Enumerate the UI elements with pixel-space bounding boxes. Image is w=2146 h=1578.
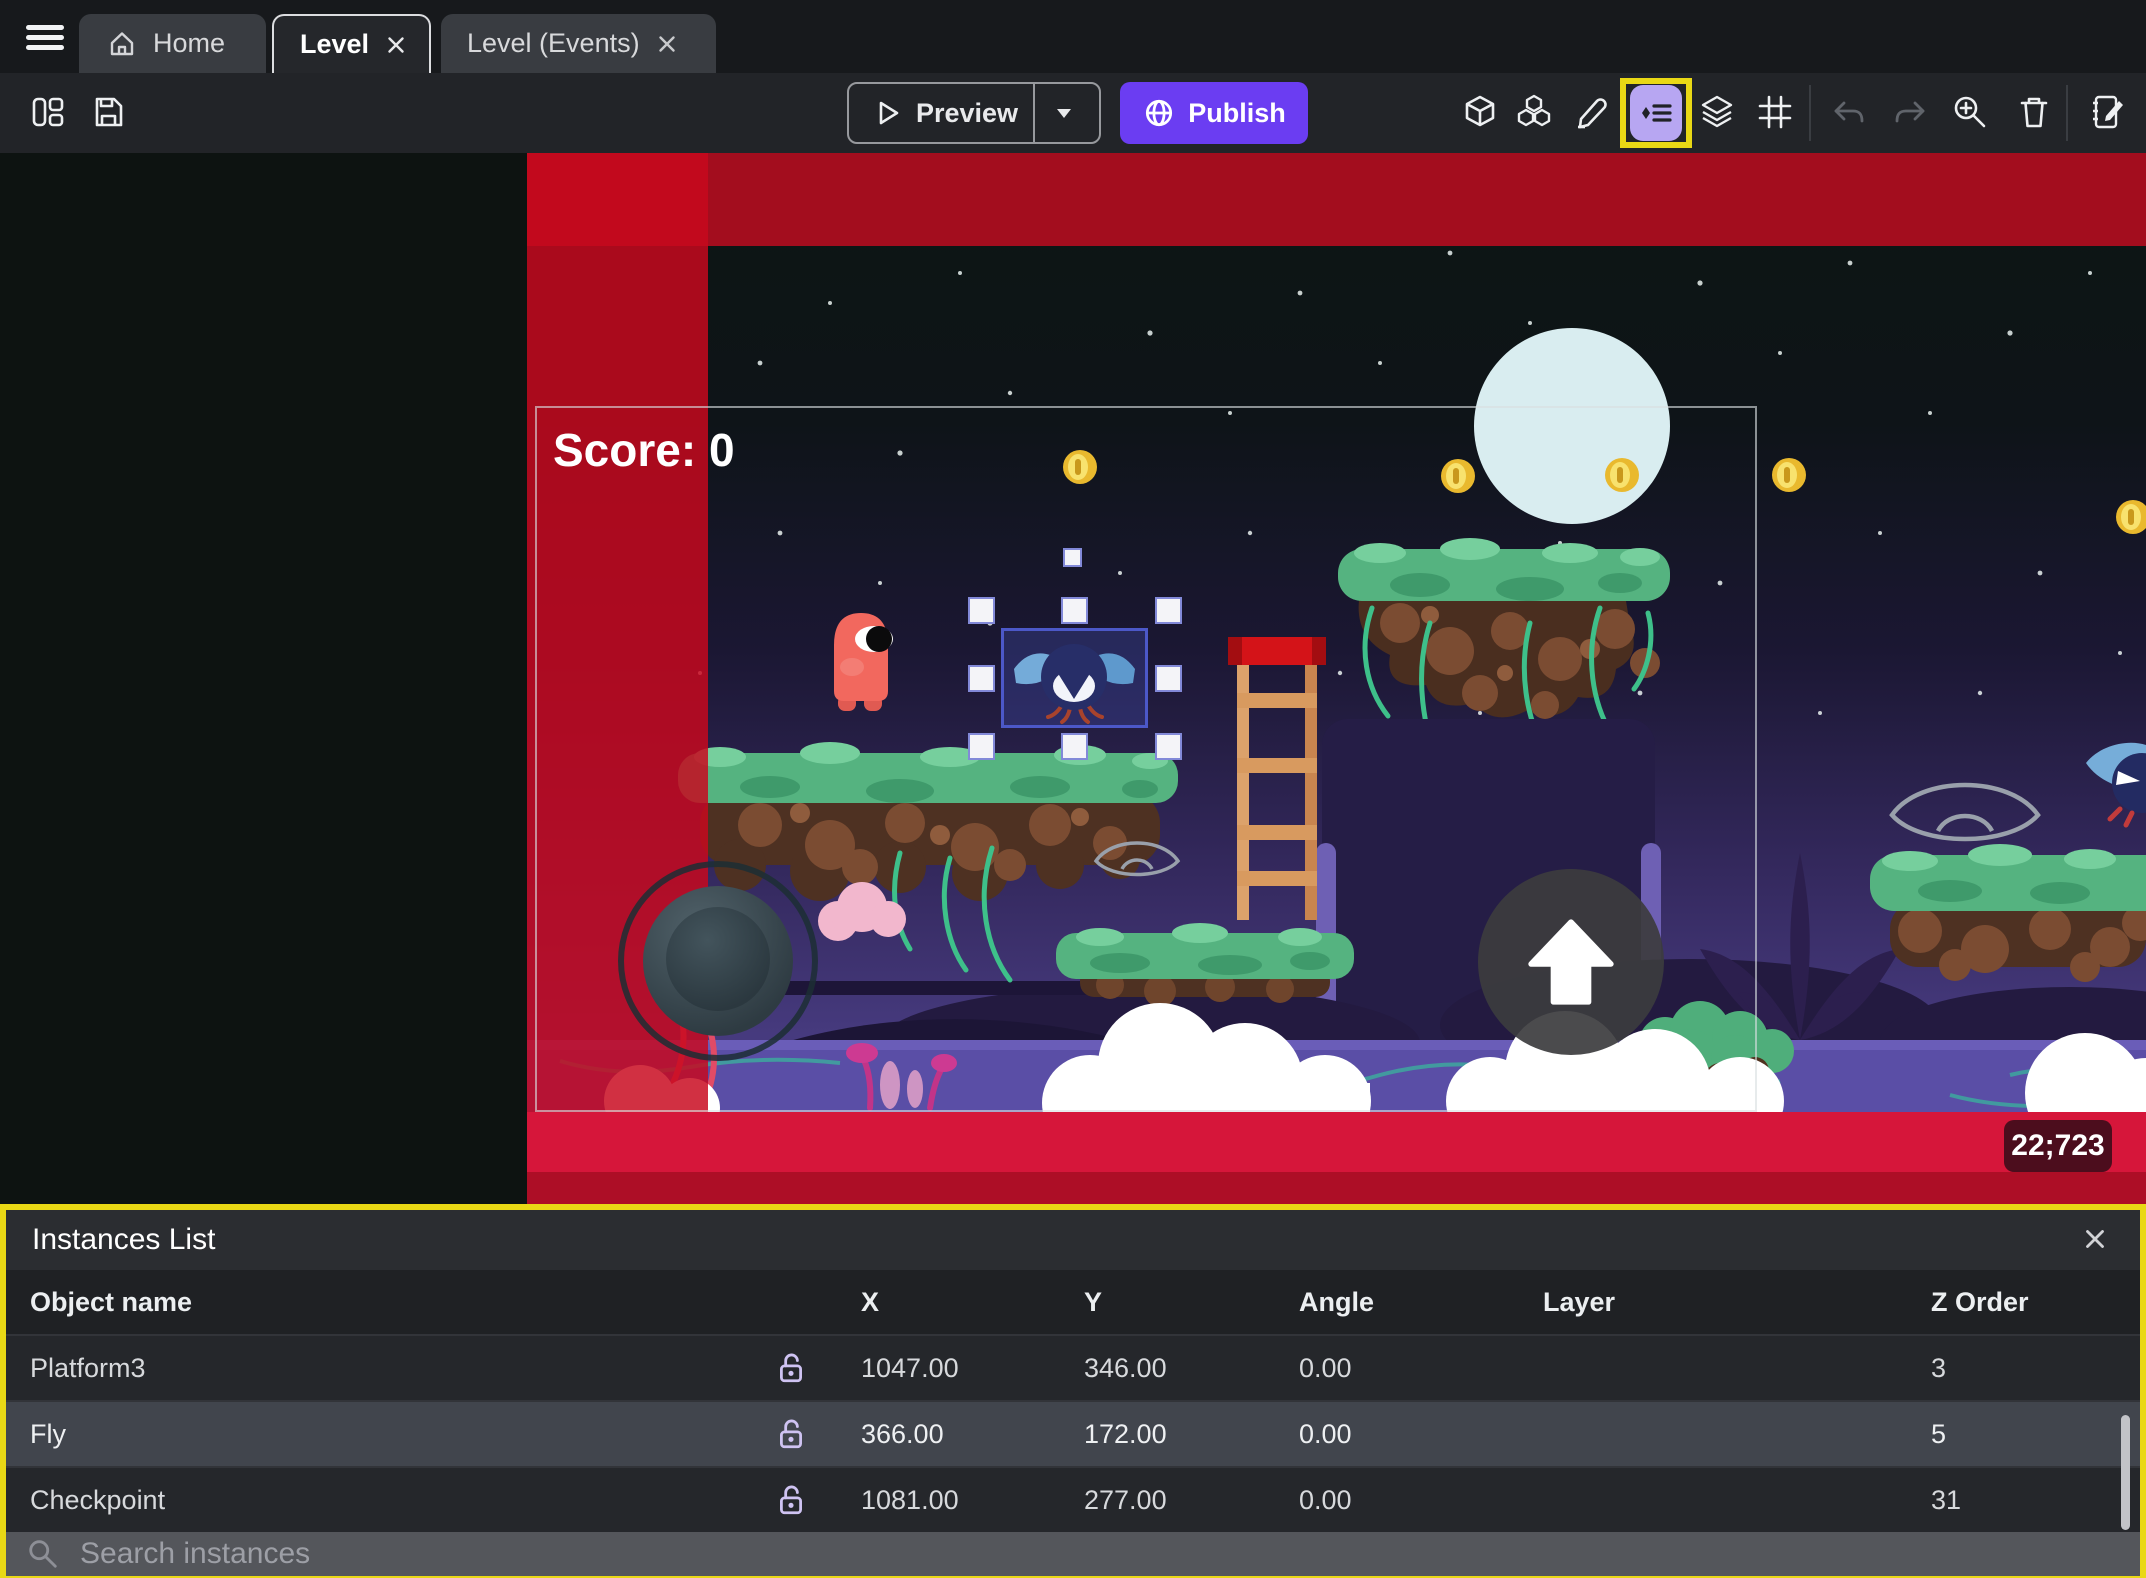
joystick-knob[interactable]: [666, 907, 770, 1011]
red-zone-bottom-dark: [527, 1172, 2146, 1204]
table-row-selected[interactable]: Fly 366.00 172.00 0.00 5: [6, 1400, 2140, 1466]
resize-handle-bottom-right[interactable]: [1155, 733, 1182, 760]
toolbar-divider: [1809, 85, 1811, 141]
resize-handle-top-center[interactable]: [1061, 597, 1088, 624]
tab-level-events[interactable]: Level (Events): [441, 14, 716, 73]
redo-icon[interactable]: [1888, 91, 1932, 135]
scene-canvas[interactable]: Score: 0 22;723: [0, 153, 2146, 1204]
search-input[interactable]: [78, 1536, 2120, 1572]
red-zone-bottom[interactable]: [527, 1112, 2146, 1172]
toolbar-divider: [2066, 85, 2068, 141]
eye-decoration-right: [1889, 782, 2041, 842]
tab-label: Level (Events): [467, 28, 640, 58]
zoom-in-icon[interactable]: [1948, 91, 1992, 135]
resize-handle-bottom-left[interactable]: [968, 733, 995, 760]
layers-icon[interactable]: [1695, 91, 1739, 135]
tab-label: Level: [300, 29, 370, 59]
fly-enemy-selected[interactable]: [1004, 631, 1145, 725]
instance-zorder: 31: [1931, 1484, 1962, 1515]
resize-handle-top-left[interactable]: [968, 597, 995, 624]
instance-name: Fly: [30, 1418, 66, 1449]
instance-y: 172.00: [1084, 1418, 1167, 1449]
instances-panel-header: Instances List: [6, 1210, 2140, 1270]
close-icon[interactable]: [2076, 1220, 2114, 1261]
cursor-coordinates-badge: 22;723: [2004, 1120, 2112, 1172]
instance-name: Checkpoint: [30, 1484, 166, 1515]
scrollbar-thumb[interactable]: [2121, 1415, 2130, 1530]
platform-right[interactable]: [1870, 844, 2146, 982]
search-bar: [6, 1532, 2140, 1576]
score-text: Score: 0: [553, 424, 735, 476]
instance-angle: 0.00: [1299, 1484, 1352, 1515]
resize-handle-bottom-center[interactable]: [1061, 733, 1088, 760]
publish-label: Publish: [1188, 97, 1286, 128]
panel-title: Instances List: [32, 1223, 216, 1256]
red-zone-top[interactable]: [527, 153, 2146, 246]
save-icon[interactable]: [86, 91, 130, 135]
instance-x: 1081.00: [861, 1484, 959, 1515]
object-groups-icon[interactable]: [1512, 91, 1556, 135]
preview-options-button[interactable]: [1035, 106, 1093, 120]
lock-icon[interactable]: [751, 1352, 831, 1384]
bat-enemy-edge[interactable]: [2086, 742, 2146, 828]
table-row[interactable]: Platform3 1047.00 346.00 0.00 3: [6, 1334, 2140, 1400]
objects-cube-icon[interactable]: [1458, 91, 1502, 135]
project-manager-icon[interactable]: [26, 91, 70, 135]
tab-label: Home: [153, 28, 226, 58]
instances-list-highlight-box: [1620, 78, 1692, 148]
jump-button[interactable]: [1478, 869, 1664, 1055]
home-icon: [110, 32, 134, 56]
play-icon: [879, 101, 899, 125]
preview-label: Preview: [915, 97, 1019, 128]
globe-icon: [1146, 99, 1173, 127]
close-icon[interactable]: [383, 32, 409, 58]
undo-icon[interactable]: [1827, 91, 1871, 135]
player-character[interactable]: [822, 605, 900, 715]
arrow-up-icon: [1528, 919, 1614, 1005]
column-header: Y: [1084, 1286, 1103, 1317]
toolbar: Preview Publish: [0, 73, 2146, 153]
instance-zorder: 5: [1931, 1418, 1947, 1449]
lock-icon[interactable]: [751, 1418, 831, 1450]
tab-bar: Home Level Level (Events): [0, 0, 2146, 73]
scene-properties-icon[interactable]: [2086, 91, 2130, 135]
instance-zorder: 3: [1931, 1352, 1947, 1383]
resize-handle-top-right[interactable]: [1155, 597, 1182, 624]
application-window: Home Level Level (Events) Preview Publis…: [0, 0, 2146, 1578]
instances-panel: Instances List Object name X Y Angle Lay…: [0, 1204, 2146, 1578]
instances-list-icon[interactable]: [1630, 85, 1682, 141]
tab-home[interactable]: Home: [79, 14, 266, 73]
column-header: Z Order: [1931, 1286, 2029, 1317]
table-row[interactable]: Checkpoint 1081.00 277.00 0.00 31: [6, 1466, 2140, 1532]
resize-handle-mid-left[interactable]: [968, 665, 995, 692]
tab-level[interactable]: Level: [272, 14, 431, 73]
publish-button[interactable]: Publish: [1120, 82, 1308, 144]
lock-icon[interactable]: [751, 1484, 831, 1516]
instance-y: 346.00: [1084, 1352, 1167, 1383]
search-icon: [29, 1540, 57, 1568]
instance-angle: 0.00: [1299, 1418, 1352, 1449]
column-header: Angle: [1299, 1286, 1375, 1317]
preview-button[interactable]: Preview: [847, 82, 1101, 144]
menu-hamburger-icon[interactable]: [20, 19, 64, 53]
trash-icon[interactable]: [2012, 91, 2056, 135]
instances-table-header: Object name X Y Angle Layer Z Order: [6, 1270, 2140, 1334]
instance-angle: 0.00: [1299, 1352, 1352, 1383]
resize-handle-mid-right[interactable]: [1155, 665, 1182, 692]
column-header: Object name: [30, 1286, 193, 1317]
chevron-down-icon: [1057, 109, 1071, 118]
instance-y: 277.00: [1084, 1484, 1167, 1515]
rotate-handle[interactable]: [1063, 548, 1082, 567]
instance-x: 1047.00: [861, 1352, 959, 1383]
instance-name: Platform3: [30, 1352, 146, 1383]
grid-icon[interactable]: [1753, 91, 1797, 135]
column-header: X: [861, 1286, 880, 1317]
instance-x: 366.00: [861, 1418, 944, 1449]
edit-pencil-icon[interactable]: [1570, 91, 1614, 135]
close-icon[interactable]: [654, 31, 680, 57]
column-header: Layer: [1543, 1286, 1616, 1317]
